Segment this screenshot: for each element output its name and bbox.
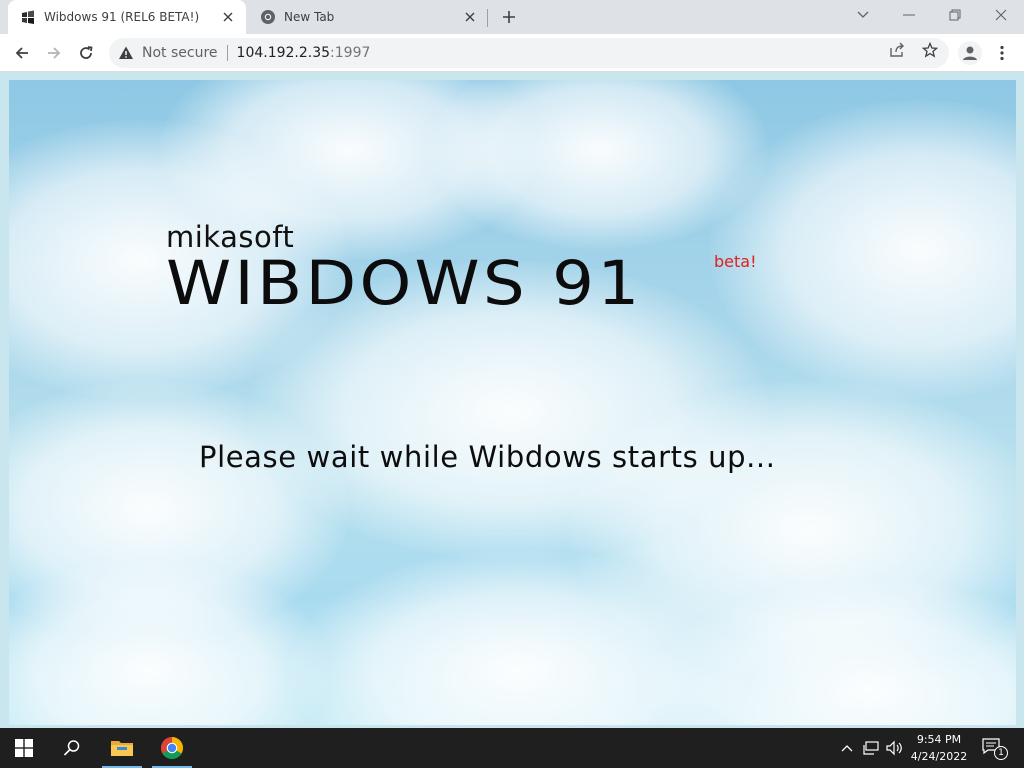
tab-new-tab[interactable]: New Tab — [248, 0, 488, 34]
wibdows-logo: mikasoft WIBDOWS 91 beta! — [166, 220, 786, 320]
close-window-button[interactable] — [978, 0, 1024, 30]
system-clock[interactable]: 9:54 PM 4/24/2022 — [905, 731, 973, 765]
taskbar: 9:54 PM 4/24/2022 1 — [0, 728, 1024, 768]
profile-avatar-icon[interactable] — [958, 41, 982, 65]
action-center-button[interactable]: 1 — [982, 738, 1008, 760]
forward-button[interactable] — [40, 39, 68, 67]
close-tab-icon[interactable] — [460, 7, 480, 27]
folder-icon — [111, 741, 133, 756]
file-explorer-button[interactable] — [98, 728, 146, 768]
startup-message: Please wait while Wibdows starts up... — [199, 440, 776, 474]
address-bar[interactable]: Not secure 104.192.2.35 :1997 — [109, 38, 949, 68]
tab-search-icon[interactable] — [840, 0, 886, 30]
security-label[interactable]: Not secure — [142, 45, 218, 61]
search-icon — [63, 740, 80, 756]
page-viewport: mikasoft WIBDOWS 91 beta! Please wait wh… — [0, 72, 1024, 728]
warning-icon[interactable] — [118, 45, 134, 61]
search-button[interactable] — [48, 728, 96, 768]
tab-strip: Wibdows 91 (REL6 BETA!) New Tab — [0, 0, 1024, 34]
minimize-button[interactable] — [886, 0, 932, 30]
omnibox-divider — [226, 45, 228, 61]
sky-background: mikasoft WIBDOWS 91 beta! Please wait wh… — [9, 80, 1016, 725]
product-name: WIBDOWS 91 — [166, 248, 643, 319]
new-tab-button[interactable] — [496, 5, 522, 29]
back-button[interactable] — [8, 39, 36, 67]
wibdows-logo-icon — [20, 9, 36, 25]
chrome-icon — [260, 9, 276, 25]
chrome-icon — [161, 737, 183, 759]
beta-tag: beta! — [714, 252, 757, 271]
restore-button[interactable] — [932, 0, 978, 30]
tab-divider — [487, 9, 488, 27]
tab-wibdows[interactable]: Wibdows 91 (REL6 BETA!) — [8, 0, 246, 34]
share-icon[interactable] — [888, 41, 906, 59]
browser-menu-icon[interactable] — [994, 41, 1010, 65]
clock-date: 4/24/2022 — [910, 750, 968, 763]
volume-icon[interactable] — [884, 738, 904, 758]
reload-button[interactable] — [72, 39, 100, 67]
tab-title: Wibdows 91 (REL6 BETA!) — [44, 10, 200, 24]
url-port: :1997 — [330, 45, 371, 61]
clock-time: 9:54 PM — [916, 733, 962, 746]
start-button[interactable] — [0, 728, 48, 768]
browser-toolbar: Not secure 104.192.2.35 :1997 — [0, 34, 1024, 72]
url-host: 104.192.2.35 — [236, 45, 331, 61]
tab-title: New Tab — [284, 10, 335, 24]
windows-icon — [15, 739, 33, 757]
show-hidden-icons-chevron-up-icon[interactable] — [837, 738, 857, 758]
notification-count-badge: 1 — [994, 746, 1008, 760]
close-tab-icon[interactable] — [218, 7, 238, 27]
bookmark-star-icon[interactable] — [921, 41, 939, 59]
network-icon[interactable] — [861, 738, 881, 758]
chrome-taskbar-button[interactable] — [148, 728, 196, 768]
